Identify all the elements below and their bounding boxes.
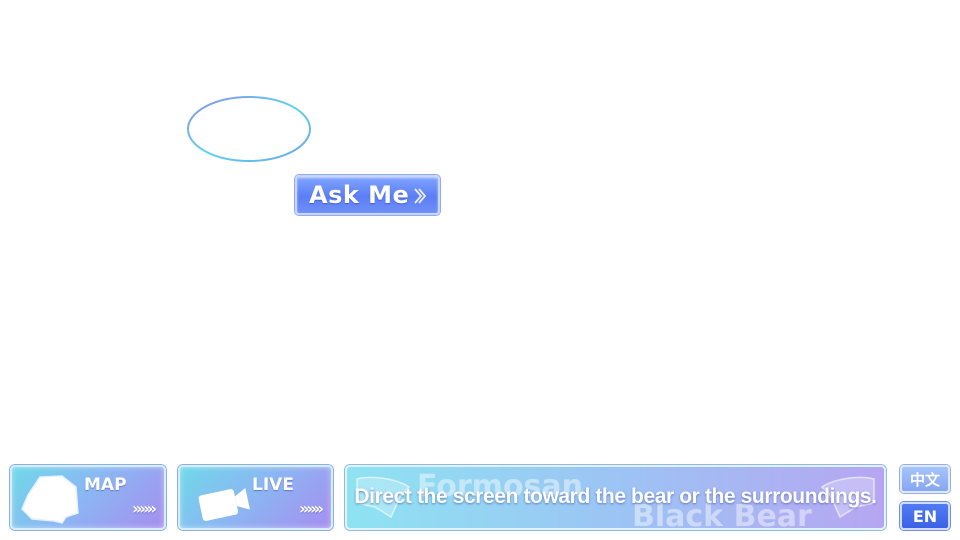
live-label: LIVE	[252, 475, 294, 495]
language-chinese-button[interactable]: 中文	[900, 465, 950, 493]
map-icon	[21, 475, 79, 524]
chevron-right-double-icon	[414, 188, 427, 204]
language-english-label: EN	[912, 506, 938, 526]
live-button[interactable]: LIVE »»»	[178, 465, 333, 530]
map-button[interactable]: MAP »»»	[10, 465, 166, 530]
target-ring	[187, 96, 311, 162]
video-camera-icon	[198, 488, 250, 521]
ask-me-button[interactable]: Ask Me	[295, 175, 440, 215]
language-english-button[interactable]: EN	[900, 502, 950, 530]
language-chinese-label: 中文	[909, 470, 940, 489]
instruction-panel: Formosan Black Bear Direct the screen to…	[345, 465, 886, 530]
ask-me-label: Ask Me	[309, 181, 410, 209]
live-arrows: »»»	[298, 499, 324, 518]
instruction-text: Direct the screen toward the bear or the…	[354, 485, 877, 508]
map-label: MAP	[84, 475, 127, 495]
map-arrows: »»»	[131, 499, 157, 518]
